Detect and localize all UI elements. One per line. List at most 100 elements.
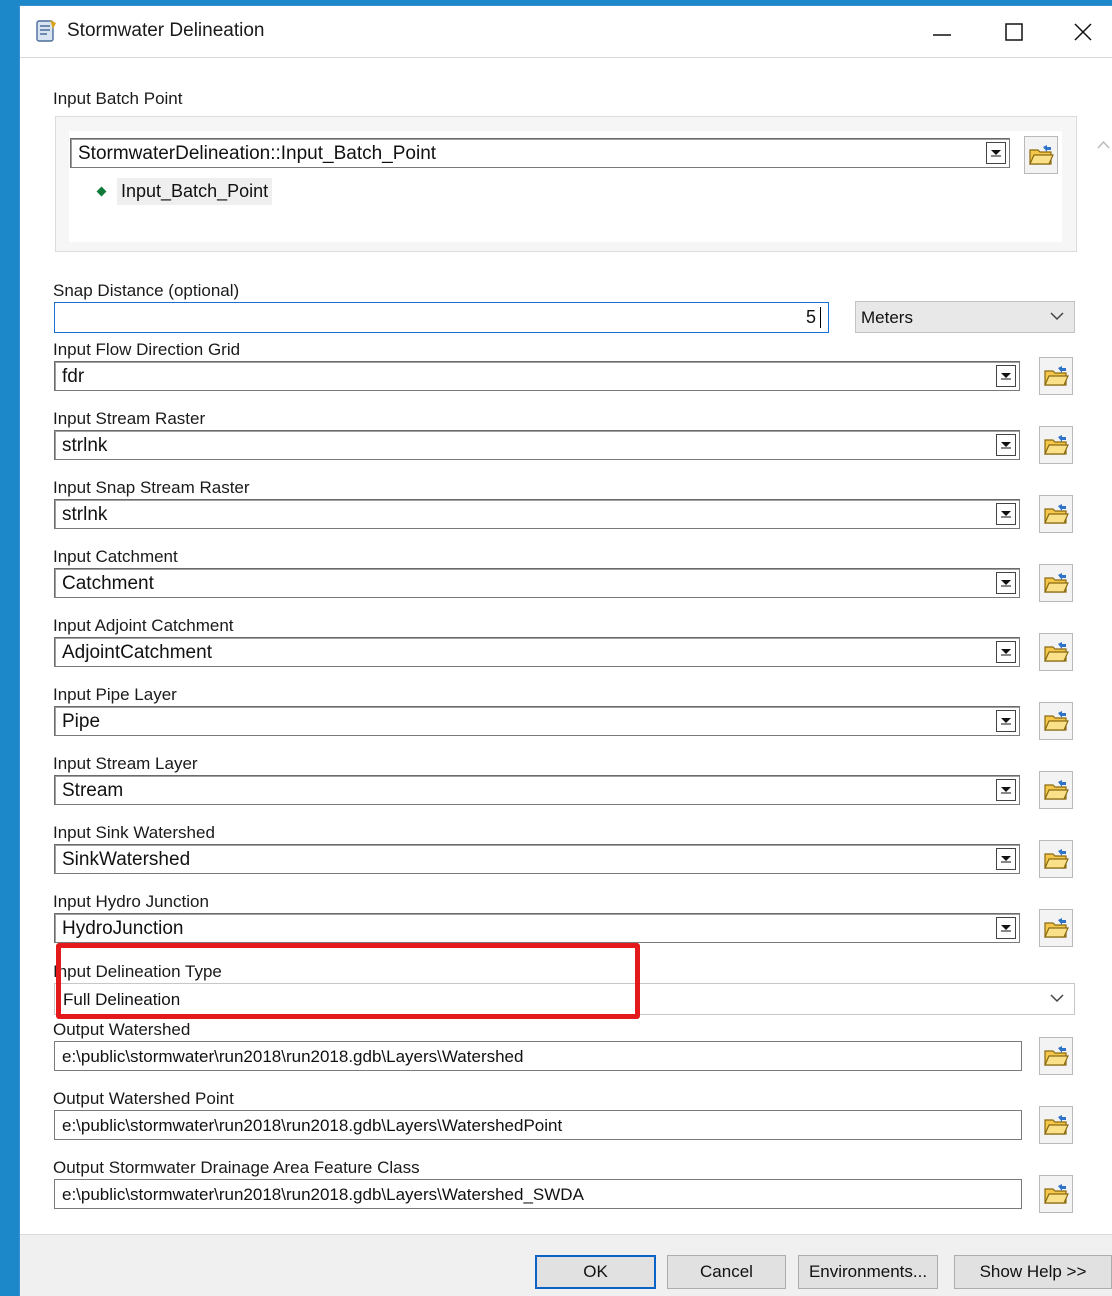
- list-item-label: Input_Batch_Point: [117, 178, 273, 205]
- combo-value: strlnk: [62, 504, 108, 525]
- dropdown-arrow-icon[interactable]: [996, 779, 1016, 801]
- combo-value: Catchment: [62, 573, 154, 594]
- show-help-button[interactable]: Show Help >>: [954, 1255, 1112, 1289]
- layer-input-combo[interactable]: Stream: [54, 775, 1020, 805]
- folder-open-icon: [1044, 642, 1069, 662]
- folder-open-icon: [1044, 573, 1069, 593]
- combo-value: strlnk: [62, 435, 108, 456]
- layer-input-label: Input Stream Layer: [53, 754, 198, 773]
- dropdown-arrow-icon[interactable]: [996, 917, 1016, 939]
- browse-folder-button[interactable]: [1039, 702, 1073, 740]
- dropdown-arrow-icon[interactable]: [996, 572, 1016, 594]
- layer-input-label: Input Pipe Layer: [53, 685, 177, 704]
- layer-input-label: Input Adjoint Catchment: [53, 616, 234, 635]
- combo-value: HydroJunction: [62, 918, 184, 939]
- combo-value: fdr: [62, 366, 85, 387]
- layer-input-combo[interactable]: Pipe: [54, 706, 1020, 736]
- chevron-down-icon: [1050, 994, 1064, 1003]
- layer-input-combo[interactable]: strlnk: [54, 430, 1020, 460]
- combo-value: Stream: [62, 780, 124, 801]
- snap-distance-label: Snap Distance (optional): [53, 281, 240, 300]
- minimize-button[interactable]: [906, 6, 978, 57]
- dropdown-arrow-icon[interactable]: [996, 848, 1016, 870]
- browse-folder-button[interactable]: [1039, 426, 1073, 464]
- browse-folder-button[interactable]: [1039, 495, 1073, 533]
- environments-button[interactable]: Environments...: [798, 1255, 938, 1289]
- browse-folder-button[interactable]: [1024, 136, 1058, 174]
- output-label: Output Stormwater Drainage Area Feature …: [53, 1158, 420, 1177]
- snap-distance-value: 5: [805, 307, 816, 327]
- combo-value: Pipe: [62, 711, 101, 732]
- maximize-button[interactable]: [978, 6, 1050, 57]
- folder-open-icon: [1044, 435, 1069, 455]
- cancel-button[interactable]: Cancel: [667, 1255, 786, 1289]
- combo-value: StormwaterDelineation::Input_Batch_Point: [78, 143, 437, 164]
- folder-open-icon: [1044, 1184, 1069, 1204]
- layer-input-combo[interactable]: strlnk: [54, 499, 1020, 529]
- folder-open-icon: [1044, 504, 1069, 524]
- folder-open-icon: [1044, 1115, 1069, 1135]
- browse-folder-button[interactable]: [1039, 771, 1073, 809]
- folder-open-icon: [1044, 780, 1069, 800]
- output-path-input[interactable]: e:\public\stormwater\run2018\run2018.gdb…: [54, 1041, 1022, 1071]
- tool-dialog: Stormwater Delineation Input Batch Point…: [20, 6, 1112, 1296]
- folder-open-icon: [1044, 1046, 1069, 1066]
- input-batch-point-combo[interactable]: StormwaterDelineation::Input_Batch_Point: [70, 138, 1010, 168]
- dropdown-arrow-icon[interactable]: [996, 503, 1016, 525]
- layer-input-label: Input Flow Direction Grid: [53, 340, 241, 359]
- browse-folder-button[interactable]: [1039, 1106, 1073, 1144]
- layer-input-combo[interactable]: fdr: [54, 361, 1020, 391]
- browse-folder-button[interactable]: [1039, 1037, 1073, 1075]
- maximize-icon: [1005, 22, 1023, 41]
- parameters-panel: Input Batch Point StormwaterDelineation:…: [20, 57, 1112, 1270]
- combo-value: AdjointCatchment: [62, 642, 212, 663]
- folder-open-icon: [1029, 145, 1054, 165]
- output-path-value: e:\public\stormwater\run2018\run2018.gdb…: [62, 1047, 524, 1066]
- output-path-input[interactable]: e:\public\stormwater\run2018\run2018.gdb…: [54, 1179, 1022, 1209]
- output-path-input[interactable]: e:\public\stormwater\run2018\run2018.gdb…: [54, 1110, 1022, 1140]
- browse-folder-button[interactable]: [1039, 909, 1073, 947]
- output-label: Output Watershed Point: [53, 1089, 234, 1108]
- delineation-type-select[interactable]: Full Delineation: [54, 983, 1075, 1015]
- layer-input-label: Input Sink Watershed: [53, 823, 215, 842]
- unit-value: Meters: [861, 308, 913, 327]
- layer-input-label: Input Hydro Junction: [53, 892, 209, 911]
- combo-value: SinkWatershed: [62, 849, 191, 870]
- dropdown-arrow-icon[interactable]: [996, 365, 1016, 387]
- dropdown-arrow-icon[interactable]: [986, 142, 1006, 164]
- ok-button[interactable]: OK: [535, 1255, 656, 1289]
- delineation-type-label: Input Delineation Type: [53, 962, 222, 981]
- snap-distance-input[interactable]: 5: [54, 302, 829, 333]
- folder-open-icon: [1044, 711, 1069, 731]
- delineation-type-value: Full Delineation: [63, 990, 181, 1009]
- chevron-down-icon: [1050, 312, 1064, 321]
- layer-input-combo[interactable]: Catchment: [54, 568, 1020, 598]
- dropdown-arrow-icon[interactable]: [996, 710, 1016, 732]
- layer-input-combo[interactable]: SinkWatershed: [54, 844, 1020, 874]
- button-bar: OK Cancel Environments... Show Help >>: [20, 1234, 1112, 1296]
- dropdown-arrow-icon[interactable]: [996, 641, 1016, 663]
- close-icon: [1074, 22, 1092, 41]
- dropdown-arrow-icon[interactable]: [996, 434, 1016, 456]
- title-bar[interactable]: Stormwater Delineation: [20, 6, 1112, 57]
- toolbox-script-icon: [36, 20, 56, 42]
- minimize-icon: [933, 33, 951, 36]
- snap-distance-unit-select[interactable]: Meters: [855, 301, 1075, 333]
- layer-input-label: Input Catchment: [53, 547, 178, 566]
- browse-folder-button[interactable]: [1039, 564, 1073, 602]
- layer-input-combo[interactable]: AdjointCatchment: [54, 637, 1020, 667]
- vertical-scrollbar[interactable]: [1095, 140, 1112, 1270]
- input-batch-point-label: Input Batch Point: [53, 89, 183, 108]
- browse-folder-button[interactable]: [1039, 1175, 1073, 1213]
- point-feature-icon: [96, 186, 107, 197]
- browse-folder-button[interactable]: [1039, 840, 1073, 878]
- layer-input-label: Input Stream Raster: [53, 409, 206, 428]
- list-item[interactable]: Input_Batch_Point: [96, 178, 273, 205]
- scroll-up-icon[interactable]: [1097, 140, 1110, 150]
- folder-open-icon: [1044, 366, 1069, 386]
- layer-input-combo[interactable]: HydroJunction: [54, 913, 1020, 943]
- browse-folder-button[interactable]: [1039, 357, 1073, 395]
- close-button[interactable]: [1054, 6, 1112, 57]
- browse-folder-button[interactable]: [1039, 633, 1073, 671]
- folder-open-icon: [1044, 918, 1069, 938]
